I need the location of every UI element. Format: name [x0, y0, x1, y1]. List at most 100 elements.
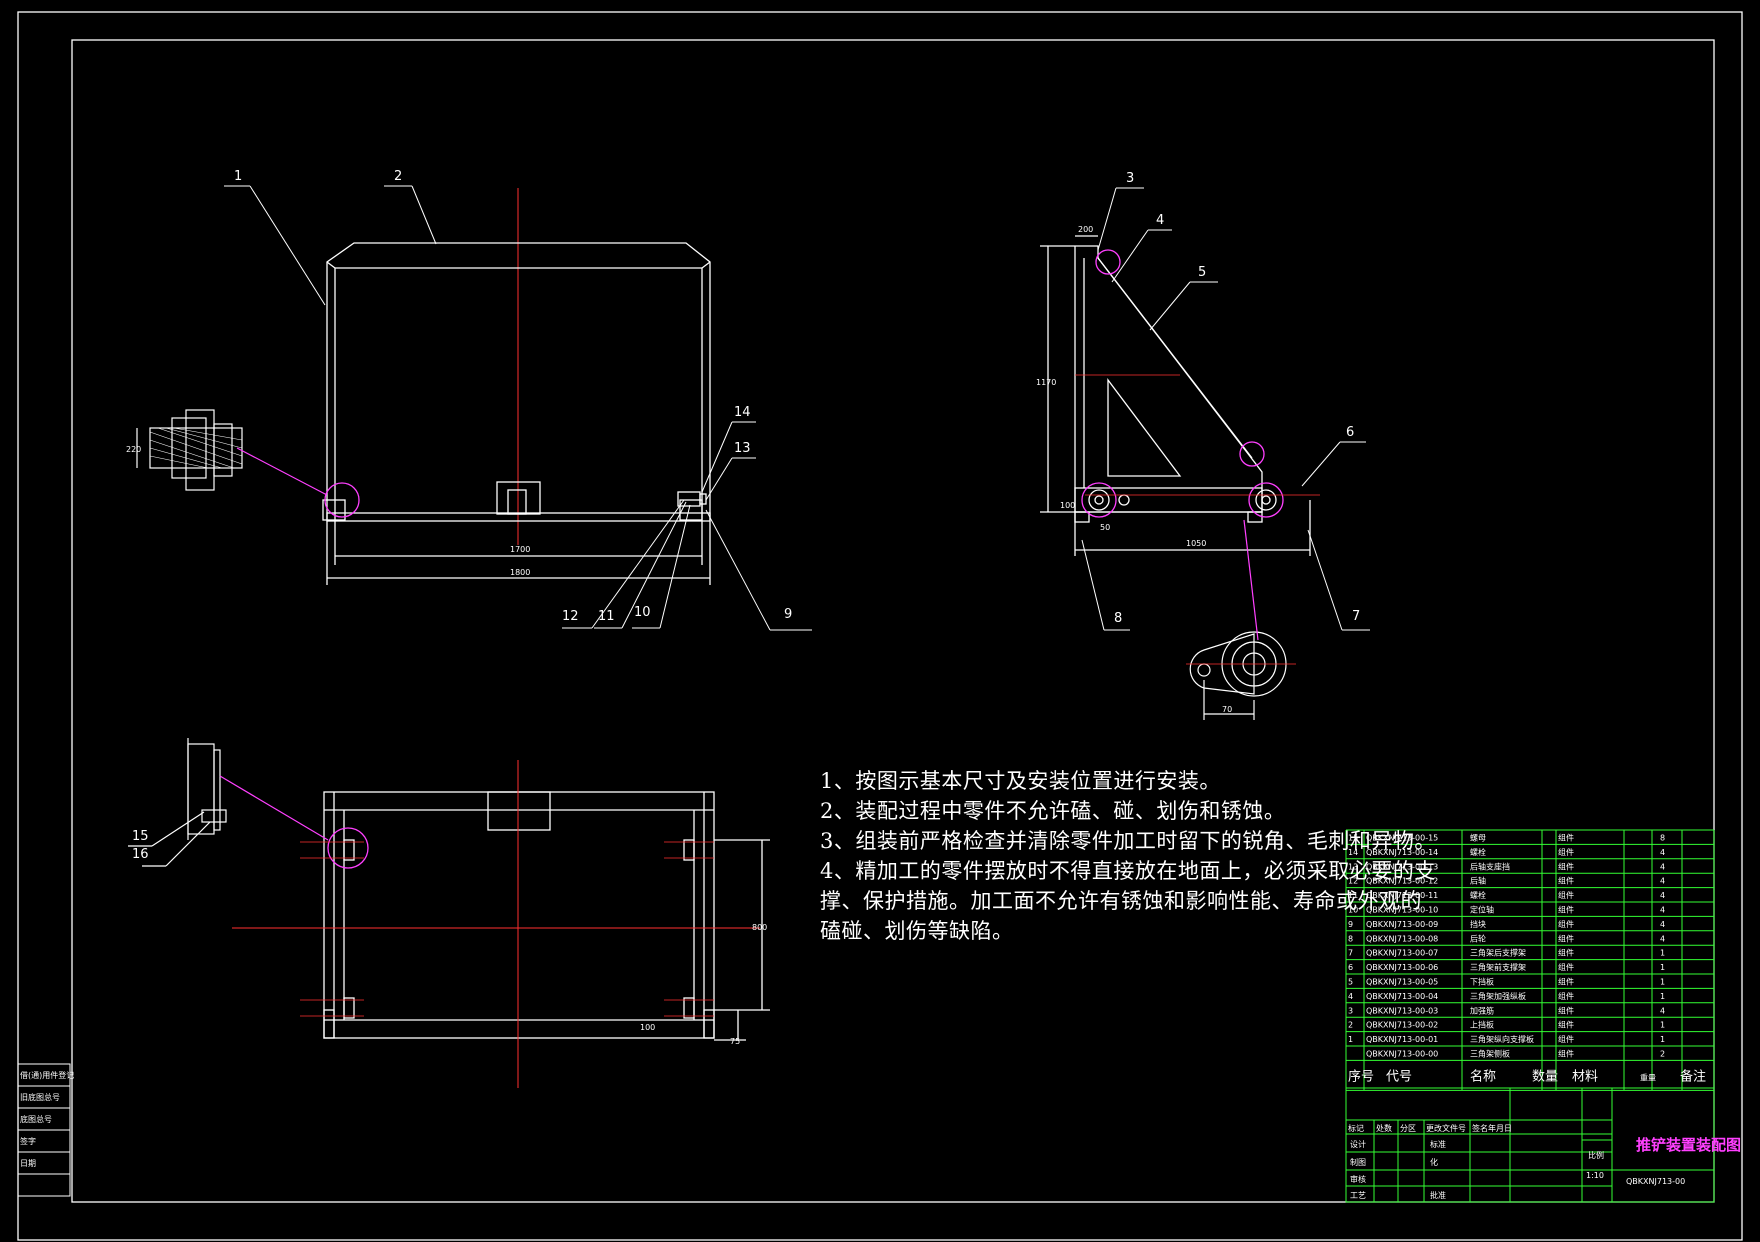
bom-cell-code: QBKXNJ713-00-00	[1366, 1050, 1438, 1059]
role-std: 标准	[1430, 1139, 1446, 1149]
role-draw: 制图	[1350, 1157, 1366, 1167]
callout-6: 6	[1346, 425, 1354, 440]
engineering-drawing: 1700 1800 220 1 2 14 13 9 12 11 10 200 1…	[17, 11, 1743, 1241]
roller-detail	[136, 409, 328, 496]
dim-detail: 220	[126, 445, 141, 454]
role-approve: 批准	[1430, 1190, 1446, 1200]
callout-leaders-side	[1081, 187, 1370, 631]
bom-cell-code: QBKXNJ713-00-09	[1366, 920, 1438, 929]
dim-side-a: 100	[1060, 501, 1075, 510]
bom-cell-material: 组件	[1558, 876, 1574, 886]
bom-cell-material: 组件	[1558, 919, 1574, 929]
bom-cell-material: 组件	[1558, 890, 1574, 900]
front-view	[322, 188, 711, 585]
bom-cell-no: 3	[1348, 1006, 1353, 1015]
bom-cell-code: QBKXNJ713-00-03	[1366, 1006, 1438, 1015]
scale-label: 比例	[1588, 1150, 1604, 1160]
bom-cell-material: 组件	[1558, 948, 1574, 958]
drawing-canvas: 1700 1800 220 1 2 14 13 9 12 11 10 200 1…	[0, 0, 1760, 1242]
dim-front-outer-width: 1800	[510, 568, 530, 577]
note-1: 1、按图示基本尺寸及安装位置进行安装。	[820, 769, 1221, 793]
bom-cell-name: 后轮	[1470, 933, 1486, 943]
bom-cell-name: 三角架加强纵板	[1470, 991, 1526, 1001]
bom-cell-qty: 2	[1660, 1050, 1665, 1059]
callout-16: 16	[132, 847, 149, 862]
bom-cell-material: 组件	[1558, 1020, 1574, 1030]
rev-row-1: 借(通)用件登记	[20, 1070, 74, 1080]
bom-cell-name: 三角架后支撑架	[1470, 948, 1526, 958]
bom-cell-qty: 4	[1660, 848, 1665, 857]
bom-cell-qty: 4	[1660, 906, 1665, 915]
rev-row-5: 日期	[20, 1159, 36, 1168]
bom-cell-no: 4	[1348, 992, 1353, 1001]
technical-notes: 1、按图示基本尺寸及安装位置进行安装。 2、装配过程中零件不允许磕、碰、划伤和锈…	[820, 766, 1436, 946]
rev-col-doc: 更改文件号	[1426, 1123, 1466, 1133]
bom-cell-qty: 1	[1660, 963, 1665, 972]
role-design: 设计	[1350, 1139, 1366, 1149]
callout-13: 13	[734, 441, 751, 456]
bom-header-weight: 重量	[1640, 1072, 1656, 1082]
bom-cell-qty: 4	[1660, 1006, 1665, 1015]
dim-side-b: 50	[1100, 523, 1110, 532]
bom-cell-name: 上挡板	[1470, 1020, 1494, 1030]
dim-plan-small2: 75	[730, 1037, 740, 1046]
bom-header-index: 序号	[1348, 1069, 1374, 1084]
bom-cell-qty: 1	[1660, 1035, 1665, 1044]
rev-col-count: 处数	[1376, 1123, 1392, 1133]
dim-wheel: 70	[1222, 705, 1232, 714]
bom-cell-code: QBKXNJ713-00-05	[1366, 978, 1438, 987]
callout-11: 11	[598, 609, 615, 624]
callout-1: 1	[234, 169, 242, 184]
bom-cell-no: 5	[1348, 978, 1353, 987]
bom-cell-qty: 8	[1660, 834, 1665, 843]
note-3: 3、组装前严格检查并清除零件加工时留下的锐角、毛刺和异物。	[820, 829, 1436, 853]
callout-12: 12	[562, 609, 579, 624]
bom-header-remark: 备注	[1680, 1068, 1706, 1084]
dim-plan-depth: 800	[752, 923, 767, 932]
dim-side-height: 1170	[1036, 378, 1056, 387]
callout-4: 4	[1156, 213, 1164, 228]
bom-cell-qty: 4	[1660, 934, 1665, 943]
callout-10: 10	[634, 605, 651, 620]
revision-block	[17, 1063, 71, 1197]
sheet-border-inner	[71, 39, 1715, 1203]
bom-cell-code: QBKXNJ713-00-08	[1366, 934, 1438, 943]
bom-cell-qty: 1	[1660, 978, 1665, 987]
rev-row-4: 签字	[20, 1136, 36, 1146]
bom-cell-material: 组件	[1558, 847, 1574, 857]
bom-cell-material: 组件	[1558, 991, 1574, 1001]
bracket-detail	[128, 738, 329, 867]
bom-cell-material: 组件	[1558, 1005, 1574, 1015]
rev-col-zone: 分区	[1400, 1124, 1416, 1133]
note-2: 2、装配过程中零件不允许磕、碰、划伤和锈蚀。	[820, 799, 1286, 823]
role-process: 工艺	[1350, 1191, 1366, 1200]
bom-cell-name: 螺栓	[1470, 890, 1486, 900]
plan-view	[323, 791, 770, 1041]
bom-cell-material: 组件	[1558, 933, 1574, 943]
note-5: 撑、保护措施。加工面不允许有锈蚀和影响性能、寿命或外观的	[820, 889, 1422, 913]
role-std2: 化	[1430, 1157, 1438, 1167]
bom-cell-material: 组件	[1558, 905, 1574, 915]
callout-8: 8	[1114, 611, 1122, 626]
bom-cell-material: 组件	[1558, 1049, 1574, 1059]
rev-row-2: 旧底图总号	[20, 1092, 60, 1102]
bom-cell-name: 后轴	[1470, 876, 1486, 886]
bom-cell-name: 螺栓	[1470, 847, 1486, 857]
bom-cell-name: 加强筋	[1470, 1005, 1494, 1015]
callout-2: 2	[394, 169, 402, 184]
bom-cell-name: 后轴支座挡	[1470, 861, 1510, 871]
side-view	[1040, 235, 1311, 556]
bom-header-qty: 数量	[1532, 1069, 1558, 1084]
role-check: 审核	[1350, 1174, 1366, 1184]
bom-cell-name: 定位轴	[1470, 905, 1494, 915]
callout-5: 5	[1198, 265, 1206, 280]
bom-header-name: 名称	[1470, 1068, 1496, 1084]
bom-cell-no: 2	[1348, 1021, 1353, 1030]
callout-7: 7	[1352, 609, 1360, 624]
bom-cell-qty: 1	[1660, 949, 1665, 958]
bom-cell-code: QBKXNJ713-00-06	[1366, 963, 1438, 972]
note-4: 4、精加工的零件摆放时不得直接放在地面上，必须采取必要的支	[820, 859, 1436, 883]
dim-front-inner-width: 1700	[510, 545, 530, 554]
bom-header-code: 代号	[1386, 1069, 1412, 1084]
drawing-title: 推铲装置装配图	[1636, 1136, 1741, 1154]
